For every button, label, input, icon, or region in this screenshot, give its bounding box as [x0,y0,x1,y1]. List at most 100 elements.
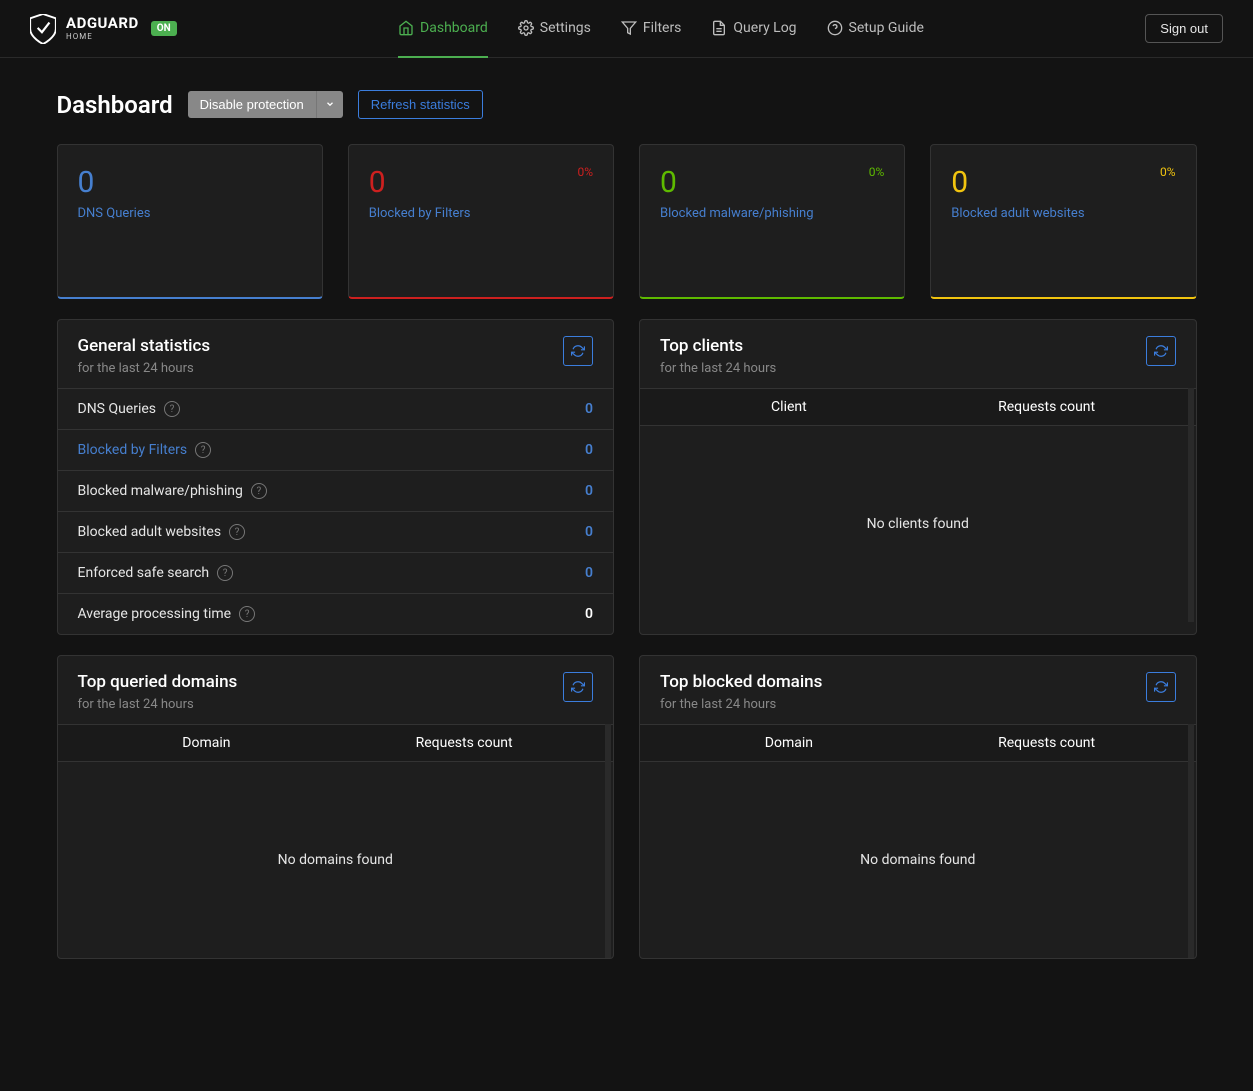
panel-title: General statistics [78,336,211,356]
stat-label[interactable]: Blocked by Filters [369,206,593,221]
main-nav: Dashboard Settings Filters Query Log Set… [398,0,924,58]
scrollbar[interactable] [605,724,611,958]
stats-row-safe-search: Enforced safe search? 0 [58,553,614,594]
nav-label: Setup Guide [849,20,924,36]
header-left: ADGUARD HOME ON [30,14,177,44]
table-column-requests: Requests count [918,399,1176,415]
help-icon[interactable]: ? [217,565,233,581]
stats-row-avg-time: Average processing time? 0 [58,594,614,634]
blocked-adult-card: 0% 0 Blocked adult websites [930,144,1196,299]
stat-label[interactable]: Blocked malware/phishing [660,206,884,221]
refresh-panel-button[interactable] [1146,672,1176,702]
scrollbar[interactable] [1188,724,1194,958]
help-circle-icon [827,20,843,36]
stat-percent: 0% [869,165,885,179]
panel-title: Top clients [660,336,776,356]
brand-sub: HOME [66,33,139,41]
top-queried-domains-panel: Top queried domains for the last 24 hour… [57,655,615,959]
stats-row-blocked-filters: Blocked by Filters? 0 [58,430,614,471]
stat-label[interactable]: Blocked adult websites [951,206,1175,221]
home-icon [398,20,414,36]
panel-subtitle: for the last 24 hours [660,697,822,712]
help-icon[interactable]: ? [164,401,180,417]
refresh-statistics-button[interactable]: Refresh statistics [358,90,483,119]
stats-row-dns-queries: DNS Queries? 0 [58,389,614,430]
app-header: ADGUARD HOME ON Dashboard Settings Filte… [0,0,1253,58]
stats-label: Average processing time? [78,606,256,622]
stats-value: 0 [585,401,593,417]
stats-row-blocked-adult: Blocked adult websites? 0 [58,512,614,553]
panel-title: Top queried domains [78,672,238,692]
stats-label: Blocked adult websites? [78,524,246,540]
brand-text: ADGUARD HOME [66,16,139,41]
stats-label: Enforced safe search? [78,565,234,581]
table-column-requests: Requests count [335,735,593,751]
nav-settings[interactable]: Settings [518,0,591,58]
stats-value: 0 [585,606,593,622]
panel-header: General statistics for the last 24 hours [58,320,614,388]
table-column-client: Client [660,399,918,415]
empty-state: No domains found [58,762,614,958]
stats-label[interactable]: Blocked by Filters? [78,442,212,458]
panel-subtitle: for the last 24 hours [78,361,211,376]
help-icon[interactable]: ? [229,524,245,540]
panel-title: Top blocked domains [660,672,822,692]
stats-value: 0 [585,524,593,540]
table-header: Domain Requests count [640,724,1196,762]
refresh-panel-button[interactable] [1146,336,1176,366]
top-blocked-domains-panel: Top blocked domains for the last 24 hour… [639,655,1197,959]
nav-label: Filters [643,20,682,36]
table-column-domain: Domain [660,735,918,751]
page-title: Dashboard [57,91,173,119]
refresh-icon [571,680,585,694]
table-column-domain: Domain [78,735,336,751]
stats-value: 0 [585,565,593,581]
blocked-filters-card: 0% 0 Blocked by Filters [348,144,614,299]
table-container: Client Requests count No clients found [640,388,1196,622]
help-icon[interactable]: ? [239,606,255,622]
disable-protection-dropdown[interactable] [316,91,343,118]
refresh-icon [1154,344,1168,358]
panels-row-2: Top queried domains for the last 24 hour… [57,655,1197,959]
filter-icon [621,20,637,36]
gear-icon [518,20,534,36]
disable-protection-button[interactable]: Disable protection [188,91,316,118]
help-icon[interactable]: ? [251,483,267,499]
stat-value: 0 [78,165,302,200]
stats-label: DNS Queries? [78,401,181,417]
nav-filters[interactable]: Filters [621,0,682,58]
stat-cards-row: 0 DNS Queries 0% 0 Blocked by Filters 0%… [57,144,1197,299]
dns-queries-card: 0 DNS Queries [57,144,323,299]
stats-value: 0 [585,483,593,499]
nav-label: Dashboard [420,20,488,36]
stat-value: 0 [660,165,884,200]
stat-label[interactable]: DNS Queries [78,206,302,221]
refresh-icon [571,344,585,358]
blocked-malware-card: 0% 0 Blocked malware/phishing [639,144,905,299]
panel-header: Top blocked domains for the last 24 hour… [640,656,1196,724]
panel-subtitle: for the last 24 hours [78,697,238,712]
table-container: Domain Requests count No domains found [640,724,1196,958]
table-header: Domain Requests count [58,724,614,762]
signout-button[interactable]: Sign out [1145,14,1223,43]
disable-protection-group: Disable protection [188,91,343,118]
nav-label: Settings [540,20,591,36]
table-column-requests: Requests count [918,735,1176,751]
help-icon[interactable]: ? [195,442,211,458]
status-badge: ON [151,21,177,36]
scrollbar[interactable] [1188,388,1194,622]
shield-icon [30,14,56,44]
nav-dashboard[interactable]: Dashboard [398,0,488,58]
table-header: Client Requests count [640,388,1196,426]
refresh-panel-button[interactable] [563,672,593,702]
brand-logo[interactable]: ADGUARD HOME [30,14,139,44]
brand-main: ADGUARD [66,16,139,31]
nav-querylog[interactable]: Query Log [711,0,796,58]
nav-setupguide[interactable]: Setup Guide [827,0,924,58]
stats-label: Blocked malware/phishing? [78,483,267,499]
panel-header: Top clients for the last 24 hours [640,320,1196,388]
empty-state: No domains found [640,762,1196,958]
table-container: Domain Requests count No domains found [58,724,614,958]
stat-percent: 0% [1160,165,1176,179]
refresh-panel-button[interactable] [563,336,593,366]
